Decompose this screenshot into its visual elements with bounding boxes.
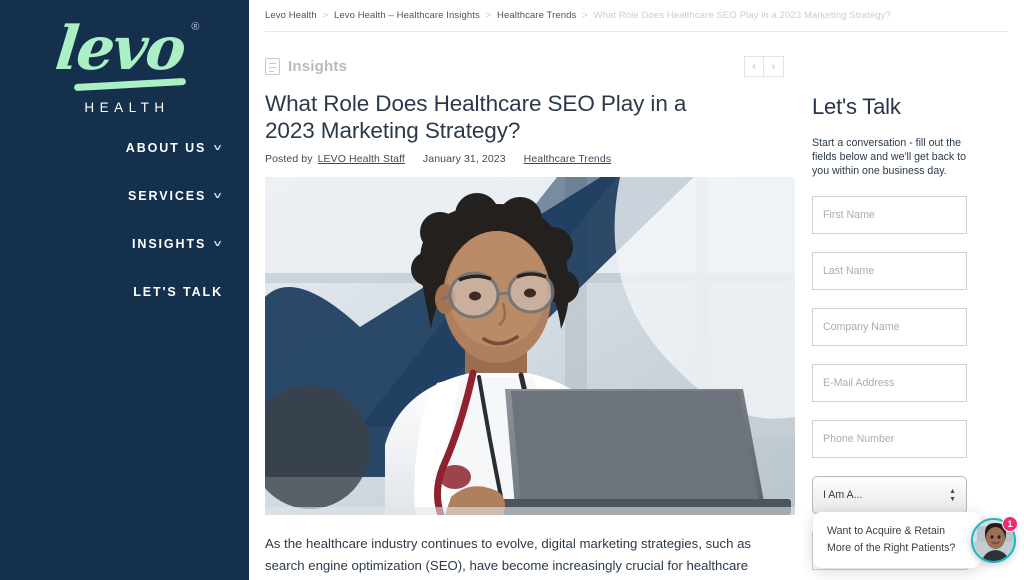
next-post-button[interactable]: ›	[764, 56, 784, 77]
nav-label: ABOUT US	[125, 141, 207, 155]
site-logo[interactable]: levo ® HEALTH	[0, 14, 249, 115]
category-tag[interactable]: Insights	[265, 58, 347, 75]
breadcrumb-separator: >	[485, 10, 492, 21]
content-row: Insights ‹ › What Role Does Healthcare S…	[249, 32, 1024, 580]
hero-image	[265, 177, 795, 515]
chevron-down-icon: ˅	[213, 142, 225, 154]
chat-unread-badge: 1	[1002, 515, 1018, 532]
previous-post-button[interactable]: ‹	[744, 56, 764, 77]
sidebar: levo ® HEALTH ABOUT US ˅ SERVICES ˅ INSI…	[0, 0, 249, 580]
logo-script-text: levo	[51, 14, 188, 84]
sidebar-item-lets-talk[interactable]: LET'S TALK	[0, 276, 223, 308]
page-title: What Role Does Healthcare SEO Play in a …	[265, 91, 687, 143]
first-name-field[interactable]: First Name	[812, 196, 967, 234]
post-tag-link[interactable]: Healthcare Trends	[524, 153, 612, 165]
sidebar-item-about-us[interactable]: ABOUT US ˅	[0, 132, 223, 164]
main-content: Levo Health > Levo Health – Healthcare I…	[249, 0, 1024, 580]
chat-message-bubble[interactable]: Want to Acquire & Retain More of the Rig…	[813, 512, 981, 568]
form-description: Start a conversation - fill out the fiel…	[812, 137, 966, 177]
chevron-down-icon: ˅	[213, 190, 225, 202]
post-author-link[interactable]: LEVO Health Staff	[318, 153, 405, 165]
article-header-row: Insights ‹ ›	[265, 56, 794, 77]
post-date: January 31, 2023	[422, 153, 506, 165]
select-value: I Am A...	[823, 489, 863, 501]
breadcrumb-separator: >	[582, 10, 588, 21]
breadcrumb: Levo Health > Levo Health – Healthcare I…	[249, 0, 1024, 21]
sidebar-item-insights[interactable]: INSIGHTS ˅	[0, 228, 223, 260]
breadcrumb-separator: >	[322, 10, 329, 21]
nav-label: INSIGHTS	[132, 237, 207, 251]
logo-mark: levo ®	[52, 14, 200, 94]
company-name-field[interactable]: Company Name	[812, 308, 967, 346]
phone-number-field[interactable]: Phone Number	[812, 420, 967, 458]
chat-avatar[interactable]: 1	[971, 515, 1018, 563]
article: Insights ‹ › What Role Does Healthcare S…	[249, 32, 795, 580]
posted-by-label: Posted by	[265, 153, 313, 165]
page-root: levo ® HEALTH ABOUT US ˅ SERVICES ˅ INSI…	[0, 0, 1024, 580]
breadcrumb-item-insights[interactable]: Levo Health – Healthcare Insights	[334, 10, 480, 21]
last-name-field[interactable]: Last Name	[812, 252, 967, 290]
nav-label: SERVICES	[128, 189, 207, 203]
document-list-icon	[265, 58, 280, 75]
logo-wordmark: HEALTH	[84, 100, 170, 115]
breadcrumb-item-trends[interactable]: Healthcare Trends	[497, 10, 576, 21]
breadcrumb-item-home[interactable]: Levo Health	[265, 10, 317, 21]
lets-talk-form-panel: Let's Talk Start a conversation - fill o…	[794, 32, 994, 580]
post-pagination: ‹ ›	[744, 56, 784, 77]
article-body-paragraph: As the healthcare industry continues to …	[265, 536, 751, 573]
primary-navigation: ABOUT US ˅ SERVICES ˅ INSIGHTS ˅ LET'S T…	[0, 132, 223, 324]
select-stepper-icon: ▲ ▼	[949, 487, 956, 503]
hero-illustration	[265, 177, 795, 515]
post-meta: Posted by LEVO Health Staff January 31, …	[265, 153, 794, 165]
nav-label: LET'S TALK	[133, 285, 223, 299]
email-address-field[interactable]: E-Mail Address	[812, 364, 967, 402]
registered-trademark-icon: ®	[191, 21, 200, 33]
chevron-down-icon: ˅	[213, 238, 225, 250]
form-title: Let's Talk	[812, 94, 901, 119]
chat-widget[interactable]: Want to Acquire & Retain More of the Rig…	[813, 512, 1018, 568]
i-am-a-select[interactable]: I Am A... ▲ ▼	[812, 476, 967, 514]
category-label: Insights	[288, 58, 348, 75]
sidebar-item-services[interactable]: SERVICES ˅	[0, 180, 223, 212]
breadcrumb-current-page: What Role Does Healthcare SEO Play in a …	[593, 10, 891, 21]
